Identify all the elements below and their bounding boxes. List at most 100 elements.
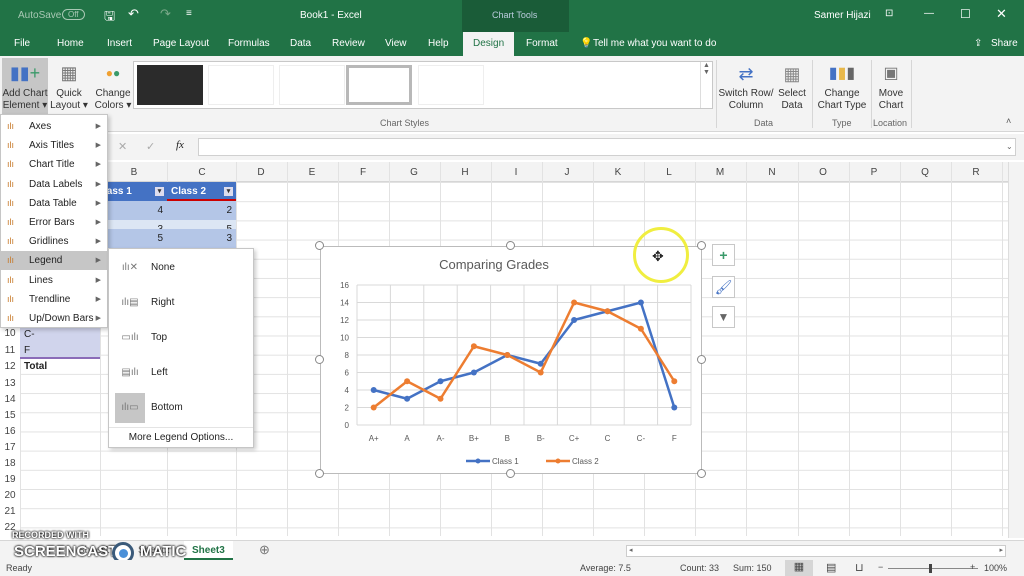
zoom-in-icon[interactable]: +	[970, 562, 975, 572]
enter-icon[interactable]: ✓	[146, 140, 155, 153]
column-header-q[interactable]: Q	[915, 167, 935, 178]
chart-style-2[interactable]	[208, 65, 274, 105]
column-header-h[interactable]: H	[455, 167, 475, 178]
legend-option-none[interactable]: ılı✕ None	[109, 251, 253, 285]
scroll-right-icon[interactable]: ▸	[999, 546, 1003, 554]
cell-a12[interactable]: Total	[20, 358, 100, 375]
menu-item-axes[interactable]: ılı Axes ▶	[1, 117, 107, 136]
close-icon[interactable]: ✕	[996, 6, 1007, 22]
chart-style-4[interactable]	[346, 65, 412, 105]
menu-item-axis-titles[interactable]: ılı Axis Titles ▶	[1, 136, 107, 155]
chart-filters-icon[interactable]: ▼	[712, 306, 735, 328]
customize-qat-icon[interactable]: ≡	[186, 8, 192, 19]
redo-icon[interactable]: ↷	[160, 6, 171, 22]
row-header-18[interactable]: 18	[0, 458, 20, 469]
chart-styles-brush-icon[interactable]: 🖌	[712, 276, 735, 298]
tab-insert[interactable]: Insert	[107, 38, 132, 49]
expand-formula-icon[interactable]: ⌄	[1006, 142, 1013, 151]
column-header-n[interactable]: N	[762, 167, 782, 178]
column-header-c[interactable]: C	[192, 167, 212, 178]
resize-handle[interactable]	[506, 469, 515, 478]
row-header-19[interactable]: 19	[0, 474, 20, 485]
ribbon-display-icon[interactable]: ⊡	[885, 8, 893, 19]
tab-data[interactable]: Data	[290, 38, 311, 49]
column-header-r[interactable]: R	[966, 167, 986, 178]
save-icon[interactable]: 🖫	[104, 7, 115, 29]
column-header-p[interactable]: P	[864, 167, 884, 178]
row-header-11[interactable]: 11	[0, 345, 20, 356]
column-header-j[interactable]: J	[557, 167, 577, 178]
column-header-d[interactable]: D	[251, 167, 271, 178]
column-header-k[interactable]: K	[608, 167, 628, 178]
formula-input[interactable]	[198, 138, 1016, 156]
tab-help[interactable]: Help	[428, 38, 449, 49]
chart-style-5[interactable]	[418, 65, 484, 105]
chart-elements-plus-icon[interactable]: +	[712, 244, 735, 266]
row-header-12[interactable]: 12	[0, 361, 20, 372]
select-data-button[interactable]: ▦ Select Data	[776, 60, 808, 112]
column-header-m[interactable]: M	[710, 167, 730, 178]
resize-handle[interactable]	[697, 355, 706, 364]
table-cell[interactable]: 4	[100, 201, 167, 220]
zoom-out-icon[interactable]: −	[878, 562, 883, 572]
resize-handle[interactable]	[697, 241, 706, 250]
resize-handle[interactable]	[697, 469, 706, 478]
vertical-scrollbar[interactable]	[1008, 162, 1024, 538]
menu-item-error-bars[interactable]: ılı Error Bars ▶	[1, 213, 107, 232]
maximize-icon[interactable]: ☐	[960, 7, 971, 21]
insert-function-icon[interactable]: fx	[176, 139, 184, 151]
row-header-13[interactable]: 13	[0, 378, 20, 389]
tab-design[interactable]: Design	[463, 32, 515, 56]
cancel-icon[interactable]: ✕	[118, 140, 127, 153]
move-chart-button[interactable]: ▣ Move Chart	[873, 60, 909, 112]
normal-view-icon[interactable]: ▦	[785, 560, 813, 576]
column-header-e[interactable]: E	[302, 167, 322, 178]
user-name[interactable]: Samer Hijazi	[814, 10, 871, 21]
chart-style-3[interactable]	[279, 65, 345, 105]
row-header-10[interactable]: 10	[0, 328, 20, 339]
chart-object[interactable]: Comparing Grades 0 2 4 6 8 10 12 14 16 A+ A A- B+ B B- C…	[320, 246, 702, 474]
share-icon[interactable]: ⇪	[974, 38, 982, 49]
row-header-15[interactable]: 15	[0, 410, 20, 421]
gallery-scroll[interactable]: ▲ ▼	[700, 62, 712, 108]
zoom-slider[interactable]	[888, 564, 978, 573]
tab-home[interactable]: Home	[57, 38, 84, 49]
filter-dropdown-icon[interactable]: ▾	[155, 187, 164, 196]
change-colors-button[interactable]: ●● Change Colors ▾	[94, 58, 132, 114]
menu-item-data-labels[interactable]: ılı Data Labels ▶	[1, 175, 107, 194]
table-cell[interactable]: 5	[100, 229, 167, 248]
column-header-i[interactable]: I	[506, 167, 526, 178]
resize-handle[interactable]	[315, 355, 324, 364]
quick-layout-button[interactable]: ▦ Quick Layout ▾	[50, 58, 88, 114]
cell-a11[interactable]: F	[20, 343, 100, 359]
switch-row-column-button[interactable]: ⇄ Switch Row/ Column	[718, 60, 774, 112]
add-sheet-icon[interactable]: ⊕	[259, 542, 270, 558]
row-header-16[interactable]: 16	[0, 426, 20, 437]
menu-item-up-down-bars[interactable]: ılı Up/Down Bars ▶	[1, 309, 107, 328]
table-cell[interactable]: 2	[167, 201, 236, 220]
menu-item-legend[interactable]: ılı Legend ▶	[1, 251, 107, 271]
tab-file[interactable]: File	[14, 38, 30, 49]
row-header-14[interactable]: 14	[0, 394, 20, 405]
filter-dropdown-icon[interactable]: ▾	[224, 187, 233, 196]
table-cell[interactable]: 3	[167, 229, 236, 248]
legend-option-right[interactable]: ılı▤ Right	[109, 286, 253, 320]
horizontal-scrollbar[interactable]: ◂ ▸	[626, 545, 1006, 557]
legend-option-bottom[interactable]: ılı▭ Bottom	[109, 391, 253, 425]
autosave-toggle[interactable]: Off	[62, 9, 85, 20]
table-header-class1[interactable]: lass 1 ▾	[100, 182, 167, 201]
collapse-ribbon-icon[interactable]: ˄	[1006, 116, 1011, 126]
row-header-20[interactable]: 20	[0, 490, 20, 501]
scroll-left-icon[interactable]: ◂	[629, 546, 633, 554]
tell-me-search[interactable]: Tell me what you want to do	[593, 38, 716, 49]
menu-item-data-table[interactable]: ılı Data Table ▶	[1, 194, 107, 213]
column-header-o[interactable]: O	[813, 167, 833, 178]
chart-style-1[interactable]	[137, 65, 203, 105]
table-header-class2[interactable]: Class 2 ▾	[167, 182, 236, 201]
sheet-tab-sheet3[interactable]: Sheet3	[184, 541, 233, 560]
more-legend-options[interactable]: More Legend Options...	[109, 427, 253, 443]
tab-format[interactable]: Format	[526, 38, 558, 49]
tab-review[interactable]: Review	[332, 38, 365, 49]
share-button[interactable]: Share	[991, 38, 1018, 49]
page-break-view-icon[interactable]: ⊔	[855, 561, 864, 574]
